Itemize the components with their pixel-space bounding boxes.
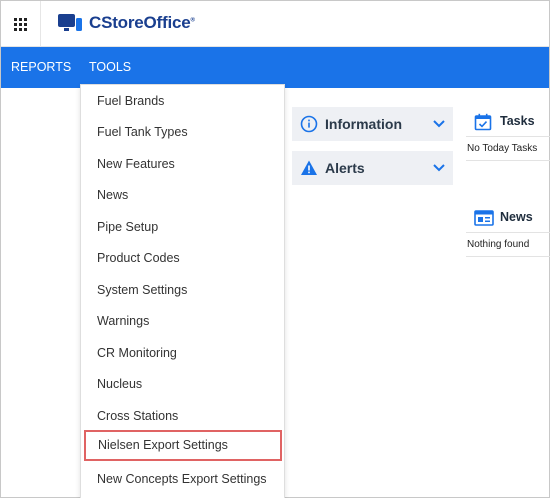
chevron-down-icon[interactable] xyxy=(433,164,445,172)
information-title: Information xyxy=(325,116,402,132)
news-widget: News Nothing found xyxy=(466,207,550,257)
menu-item-fuel-brands[interactable]: Fuel Brands xyxy=(81,86,284,117)
tasks-title: Tasks xyxy=(500,114,535,128)
alerts-panel[interactable]: Alerts xyxy=(292,151,453,185)
news-title: News xyxy=(500,210,533,224)
grid-icon xyxy=(14,17,27,31)
alerts-title: Alerts xyxy=(325,160,365,176)
app-name: CStoreOffice® xyxy=(89,13,195,32)
news-empty-text: Nothing found xyxy=(466,233,550,257)
menu-item-nielsen-export-settings[interactable]: Nielsen Export Settings xyxy=(84,430,282,461)
menu-item-pipe-setup[interactable]: Pipe Setup xyxy=(81,212,284,243)
warning-icon xyxy=(301,160,317,175)
menu-item-news[interactable]: News xyxy=(81,180,284,211)
main-navbar: REPORTS TOOLS xyxy=(1,47,549,88)
information-panel[interactable]: Information xyxy=(292,107,453,141)
top-header: CStoreOffice® xyxy=(1,1,549,47)
tools-dropdown-menu: Fuel Brands Fuel Tank Types New Features… xyxy=(80,84,285,498)
monitor-logo-icon xyxy=(58,14,82,31)
menu-item-system-settings[interactable]: System Settings xyxy=(81,275,284,306)
chevron-down-icon[interactable] xyxy=(433,120,445,128)
menu-item-product-codes[interactable]: Product Codes xyxy=(81,243,284,274)
apps-menu-button[interactable] xyxy=(1,1,41,47)
menu-item-new-features[interactable]: New Features xyxy=(81,149,284,180)
menu-item-new-concepts-export-settings[interactable]: New Concepts Export Settings xyxy=(81,464,284,495)
tasks-header: Tasks xyxy=(466,111,550,137)
info-icon xyxy=(300,115,318,133)
calendar-check-icon xyxy=(474,113,492,131)
app-logo[interactable]: CStoreOffice® xyxy=(57,13,195,33)
tasks-empty-text: No Today Tasks xyxy=(466,137,550,161)
newspaper-icon xyxy=(474,210,494,226)
menu-item-cross-stations[interactable]: Cross Stations xyxy=(81,401,284,432)
tasks-widget: Tasks No Today Tasks xyxy=(466,111,550,161)
news-header: News xyxy=(466,207,550,233)
menu-item-cr-monitoring[interactable]: CR Monitoring xyxy=(81,338,284,369)
menu-item-fuel-tank-types[interactable]: Fuel Tank Types xyxy=(81,117,284,148)
menu-item-nucleus[interactable]: Nucleus xyxy=(81,369,284,400)
nav-tools[interactable]: TOOLS xyxy=(89,47,131,88)
menu-item-warnings[interactable]: Warnings xyxy=(81,306,284,337)
nav-reports[interactable]: REPORTS xyxy=(11,47,71,88)
